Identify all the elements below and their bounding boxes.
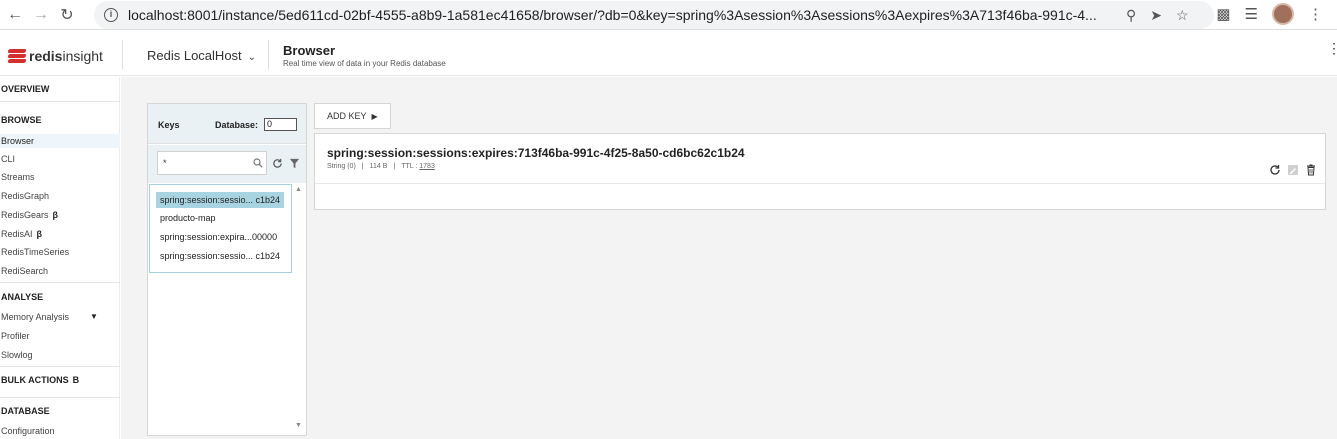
- database-index-input[interactable]: 0: [264, 118, 297, 131]
- sidebar-item-configuration[interactable]: Configuration: [0, 426, 120, 436]
- meta-separator: |: [361, 163, 364, 170]
- sidebar-item-label: RedisGears: [1, 210, 49, 220]
- back-arrow-icon[interactable]: ←: [2, 2, 28, 28]
- keys-label: Keys: [158, 120, 180, 130]
- instance-selector[interactable]: Redis LocalHost ⌄: [147, 48, 256, 63]
- sidebar-divider: [0, 397, 120, 398]
- add-key-button[interactable]: ADD KEY ▶: [314, 103, 391, 129]
- sidebar-item-label: BULK ACTIONS: [1, 375, 69, 385]
- list-item[interactable]: spring:session:sessio... c1b24: [156, 248, 284, 264]
- more-options-icon[interactable]: ⋮: [1327, 41, 1337, 55]
- sidebar: OVERVIEW BROWSE Browser CLI Streams Redi…: [0, 77, 120, 439]
- list-item[interactable]: spring:session:expira...00000: [156, 229, 284, 245]
- beta-badge: β: [36, 229, 43, 239]
- sidebar-section-browse: BROWSE: [1, 115, 42, 125]
- database-label: Database:: [215, 120, 259, 130]
- bookmark-star-icon[interactable]: ☆: [1176, 7, 1189, 24]
- logo-text-bold: redis: [29, 48, 63, 64]
- key-details-panel: spring:session:sessions:expires:713f46ba…: [314, 133, 1326, 210]
- sidebar-item-browser[interactable]: Browser: [0, 134, 120, 148]
- sidebar-overview[interactable]: OVERVIEW: [0, 84, 120, 94]
- key-list: spring:session:sessio... c1b24 producto-…: [149, 184, 292, 273]
- header-divider: [122, 40, 123, 70]
- site-info-icon[interactable]: i: [104, 8, 118, 22]
- url-text[interactable]: localhost:8001/instance/5ed611cd-02bf-45…: [128, 7, 1118, 23]
- ttl-label: TTL :: [401, 163, 418, 170]
- main-content: Keys Database: 0 * spring:session:sessio…: [121, 77, 1337, 439]
- sidebar-item-label: Memory Analysis: [1, 312, 70, 322]
- keys-panel: Keys Database: 0 * spring:session:sessio…: [147, 103, 307, 436]
- filter-icon[interactable]: [289, 158, 300, 169]
- app-header: redisinsight Redis LocalHost ⌄ Browser Re…: [0, 36, 1337, 76]
- scroll-up-arrow-icon[interactable]: ▲: [295, 186, 302, 193]
- key-name[interactable]: spring:session:sessions:expires:713f46ba…: [327, 146, 745, 160]
- forward-arrow-icon[interactable]: →: [28, 2, 54, 28]
- extensions-puzzle-icon[interactable]: ▩: [1216, 5, 1230, 23]
- sidebar-divider: [0, 366, 120, 367]
- list-item[interactable]: spring:session:sessio... c1b24: [156, 192, 284, 208]
- send-icon[interactable]: ➤: [1150, 7, 1162, 24]
- sidebar-item-redisai[interactable]: RedisAI β: [0, 229, 120, 239]
- instance-name: Redis LocalHost: [147, 48, 242, 63]
- zoom-icon[interactable]: ⚲: [1126, 7, 1136, 24]
- redisinsight-logo[interactable]: redisinsight: [7, 48, 103, 64]
- browser-toolbar: ← → ↻ i localhost:8001/instance/5ed611cd…: [0, 0, 1337, 30]
- key-meta: String (0) | 114 B | TTL : 1783: [327, 163, 435, 170]
- header-divider: [268, 40, 269, 70]
- sidebar-item-cli[interactable]: CLI: [0, 154, 120, 164]
- redis-logo-icon: [7, 48, 27, 64]
- reload-icon[interactable]: ↻: [54, 2, 80, 28]
- sidebar-item-redisgraph[interactable]: RedisGraph: [0, 191, 120, 201]
- key-size: 114 B: [369, 163, 388, 170]
- key-details-header: spring:session:sessions:expires:713f46ba…: [315, 134, 1325, 184]
- sidebar-bulk-actions[interactable]: BULK ACTIONS β: [0, 375, 120, 385]
- page-subtitle: Real time view of data in your Redis dat…: [283, 59, 446, 68]
- trash-icon[interactable]: [1305, 164, 1317, 176]
- page-title: Browser: [283, 43, 336, 58]
- logo-text-light: insight: [62, 48, 103, 64]
- beta-badge: β: [72, 375, 80, 385]
- beta-badge: β: [52, 210, 59, 220]
- sidebar-item-redistimeseries[interactable]: RedisTimeSeries: [0, 247, 120, 257]
- chevron-down-icon: ⌄: [247, 52, 257, 63]
- sidebar-item-profiler[interactable]: Profiler: [0, 331, 120, 341]
- search-icon[interactable]: [253, 158, 263, 168]
- edit-icon[interactable]: [1287, 164, 1299, 176]
- meta-separator: |: [393, 163, 396, 170]
- sidebar-item-label: RedisAI: [1, 229, 33, 239]
- ttl-value[interactable]: 1783: [419, 163, 435, 170]
- sidebar-item-redisearch[interactable]: RediSearch: [0, 266, 120, 276]
- sidebar-section-database: DATABASE: [1, 406, 50, 416]
- add-key-label: ADD KEY: [327, 111, 367, 121]
- caret-right-icon: ▶: [371, 112, 378, 121]
- sidebar-divider: [0, 101, 120, 102]
- list-item[interactable]: producto-map: [156, 210, 284, 226]
- sidebar-item-redisgears[interactable]: RedisGears β: [0, 210, 120, 220]
- profile-avatar[interactable]: [1272, 3, 1294, 25]
- browser-menu-icon[interactable]: ⋮: [1308, 5, 1323, 23]
- key-search-row: *: [148, 145, 306, 183]
- sidebar-section-analyse: ANALYSE: [1, 292, 44, 302]
- sidebar-item-slowlog[interactable]: Slowlog: [0, 350, 120, 360]
- sidebar-item-memory-analysis[interactable]: Memory Analysis ▼: [0, 312, 120, 322]
- refresh-icon[interactable]: [1269, 164, 1281, 176]
- scroll-down-arrow-icon[interactable]: ▼: [295, 422, 302, 429]
- address-bar[interactable]: i localhost:8001/instance/5ed611cd-02bf-…: [94, 1, 1214, 29]
- sidebar-item-streams[interactable]: Streams: [0, 172, 120, 182]
- refresh-icon[interactable]: [272, 158, 283, 169]
- media-queue-icon[interactable]: ☰: [1245, 5, 1258, 23]
- caret-down-icon: ▼: [90, 312, 98, 321]
- keys-panel-header: Keys Database: 0: [148, 104, 306, 144]
- key-type: String (0): [327, 163, 356, 170]
- key-search-input[interactable]: *: [157, 151, 267, 175]
- sidebar-divider: [0, 282, 120, 283]
